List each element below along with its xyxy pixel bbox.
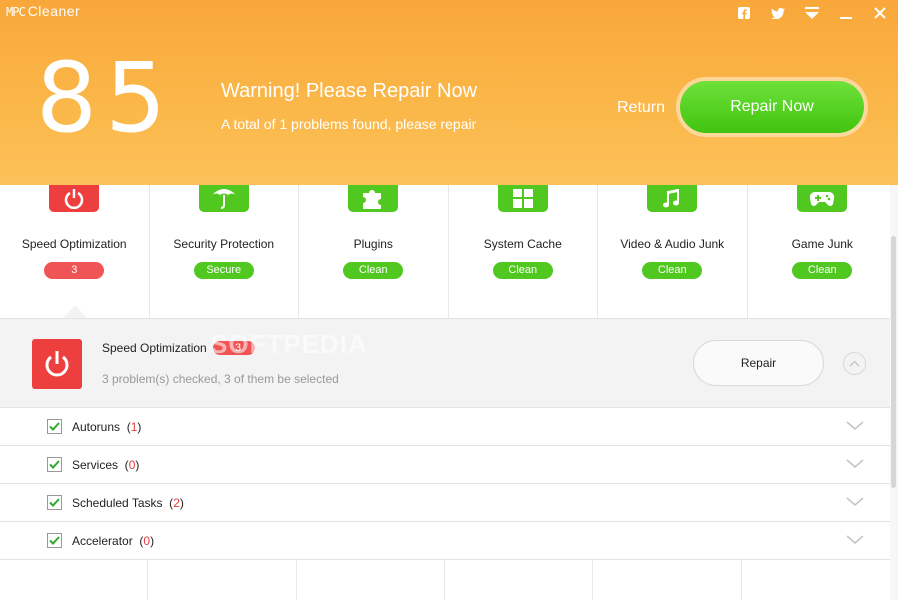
item-checkbox[interactable] — [47, 495, 62, 510]
repair-now-button-ring: Repair Now — [676, 77, 868, 137]
category-cell — [297, 560, 445, 600]
puzzle-icon — [348, 185, 399, 212]
check-icon — [49, 498, 60, 507]
app-title: MPC Cleaner — [6, 3, 80, 19]
repair-now-button[interactable]: Repair Now — [680, 81, 864, 133]
warning-subtitle: A total of 1 problems found, please repa… — [221, 116, 477, 132]
category-label: System Cache — [483, 237, 562, 251]
header-banner: MPC Cleaner 85 Warning! Please Repair Now… — [0, 0, 898, 185]
power-icon — [49, 185, 100, 212]
status-badge: Clean — [492, 262, 553, 279]
item-checkbox[interactable] — [47, 419, 62, 434]
detail-panel: 3 Speed Optimization SOFTPEDIA 3 problem… — [0, 318, 890, 408]
status-badge: Clean — [343, 262, 404, 279]
check-icon — [49, 536, 60, 545]
category-cell — [148, 560, 297, 600]
item-label: Services (0) — [72, 458, 140, 472]
logo-mark: MPC — [6, 5, 26, 19]
category-security-protection[interactable]: Security Protection Secure — [150, 185, 299, 318]
status-badge: Clean — [792, 262, 853, 279]
twitter-icon[interactable] — [768, 5, 788, 21]
check-icon — [49, 460, 60, 469]
problem-list: Autoruns (1) Services (0) Scheduled Task… — [0, 408, 890, 560]
category-cell — [445, 560, 594, 600]
repair-button[interactable]: Repair — [693, 340, 824, 386]
category-cell — [593, 560, 742, 600]
problem-count-badge: 3 — [213, 341, 256, 355]
chevron-down-icon[interactable] — [846, 497, 864, 507]
status-badge: 3 — [44, 262, 105, 279]
category-plugins[interactable]: Plugins Clean — [299, 185, 449, 318]
item-checkbox[interactable] — [47, 457, 62, 472]
item-label: Scheduled Tasks (2) — [72, 496, 184, 510]
detail-title: Speed Optimization — [102, 341, 207, 355]
chevron-down-icon[interactable] — [846, 459, 864, 469]
gamepad-icon — [797, 185, 848, 212]
category-label: Plugins — [353, 237, 393, 251]
menu-icon[interactable] — [802, 5, 822, 21]
chevron-down-icon[interactable] — [846, 535, 864, 545]
return-link[interactable]: Return — [617, 99, 665, 117]
item-count: 1 — [130, 420, 138, 434]
category-cell — [742, 560, 890, 600]
status-badge: Clean — [642, 262, 703, 279]
music-icon — [647, 185, 698, 212]
category-label: Video & Audio Junk — [620, 237, 725, 251]
scrollbar-thumb[interactable] — [891, 236, 896, 488]
status-badge: Secure — [193, 262, 254, 279]
item-label: Autoruns (1) — [72, 420, 142, 434]
list-item-accelerator[interactable]: Accelerator (0) — [0, 522, 890, 560]
category-row-next — [0, 560, 890, 600]
app-name: Cleaner — [27, 3, 81, 19]
minimize-icon[interactable] — [836, 5, 856, 21]
category-cell — [0, 560, 149, 600]
detail-subtitle: 3 problem(s) checked, 3 of them be selec… — [102, 372, 339, 386]
category-label: Security Protection — [173, 237, 275, 251]
category-system-cache[interactable]: System Cache Clean — [449, 185, 598, 318]
category-label: Speed Optimization — [21, 237, 127, 251]
umbrella-icon — [198, 185, 249, 212]
category-game-junk[interactable]: Game Junk Clean — [748, 185, 898, 318]
item-count: 0 — [128, 458, 136, 472]
item-count: 2 — [173, 496, 180, 510]
titlebar-icons — [734, 5, 890, 21]
facebook-icon[interactable] — [734, 5, 754, 21]
warning-title: Warning! Please Repair Now — [221, 80, 478, 102]
category-speed-optimization[interactable]: Speed Optimization 3 — [0, 185, 150, 318]
power-icon — [32, 339, 82, 389]
chevron-up-icon — [849, 360, 860, 367]
selection-pointer — [63, 305, 87, 318]
category-row: Speed Optimization 3 Security Protection… — [0, 185, 898, 318]
list-item-autoruns[interactable]: Autoruns (1) — [0, 408, 890, 446]
item-count: 0 — [143, 534, 151, 548]
close-icon[interactable] — [870, 5, 890, 21]
windows-icon — [497, 185, 548, 212]
category-video-audio-junk[interactable]: Video & Audio Junk Clean — [598, 185, 748, 318]
list-item-services[interactable]: Services (0) — [0, 446, 890, 484]
health-score: 85 — [36, 42, 175, 154]
list-item-scheduled-tasks[interactable]: Scheduled Tasks (2) — [0, 484, 890, 522]
item-label: Accelerator (0) — [72, 534, 155, 548]
chevron-down-icon[interactable] — [846, 421, 864, 431]
category-label: Game Junk — [791, 237, 853, 251]
item-checkbox[interactable] — [47, 533, 62, 548]
check-icon — [49, 422, 60, 431]
collapse-button[interactable] — [843, 352, 866, 375]
